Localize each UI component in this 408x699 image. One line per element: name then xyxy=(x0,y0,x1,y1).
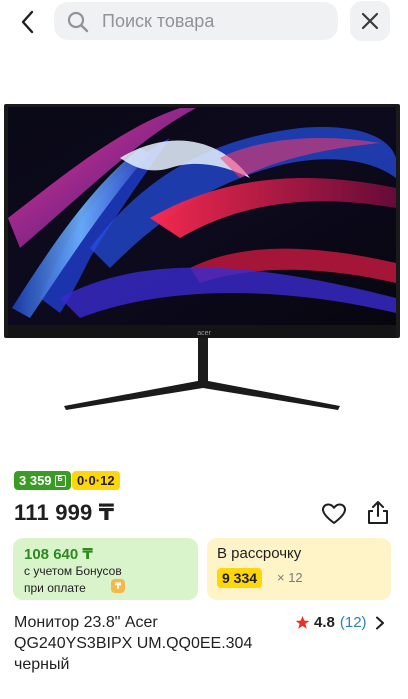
bonus-price: 108 640 ₸ xyxy=(24,546,93,563)
rating-link[interactable]: 4.8 (12) xyxy=(295,614,385,631)
bonus-badge: 3 359 Б xyxy=(14,471,71,490)
chevron-left-icon xyxy=(21,10,34,34)
product-title: Монитор 23.8" Acer QG240YS3BIPX UM.QQ0EE… xyxy=(14,612,280,675)
rating-value: 4.8 xyxy=(314,614,335,631)
back-button[interactable] xyxy=(14,8,42,36)
top-bar: Поиск товара xyxy=(0,0,408,44)
product-price: 111 999 ₸ xyxy=(14,500,115,525)
installment-badge: 0·0·12 xyxy=(72,471,120,490)
heart-icon xyxy=(322,503,346,524)
bonus-price-card[interactable]: 108 640 ₸ с учетом Бонусов при оплате ₸ xyxy=(13,538,198,600)
monitor-brand-logo: acer xyxy=(197,330,211,337)
close-button[interactable] xyxy=(350,1,390,41)
bonus-note-line1: с учетом Бонусов xyxy=(24,564,122,578)
installment-card[interactable]: В рассрочку 9 334 × 12 xyxy=(207,538,391,600)
share-icon xyxy=(368,501,388,524)
chevron-right-icon xyxy=(375,616,384,629)
installment-title: В рассрочку xyxy=(217,545,302,562)
bonus-icon: Б xyxy=(54,474,66,487)
tenge-icon: ₸ xyxy=(111,579,125,593)
product-title-line: Монитор 23.8" Acer xyxy=(14,614,158,631)
favorite-button[interactable] xyxy=(320,500,348,528)
close-icon xyxy=(361,12,379,30)
bonus-note-line2: при оплате xyxy=(24,581,86,595)
product-image[interactable]: acer xyxy=(0,98,408,428)
reviews-count[interactable]: (12) xyxy=(340,614,367,631)
product-title-line: QG240YS3BIPX UM.QQ0EE.304 xyxy=(14,635,253,652)
search-placeholder: Поиск товара xyxy=(102,11,215,31)
installment-badge-value: 0·0·12 xyxy=(77,473,115,488)
installment-monthly: 9 334 xyxy=(217,568,263,588)
installment-months: × 12 xyxy=(277,570,303,585)
bonus-badge-value: 3 359 xyxy=(19,473,52,488)
search-icon xyxy=(67,11,89,33)
star-icon xyxy=(295,615,310,629)
product-title-line: черный xyxy=(14,656,70,673)
search-input[interactable]: Поиск товара xyxy=(54,2,338,40)
share-button[interactable] xyxy=(364,499,392,527)
